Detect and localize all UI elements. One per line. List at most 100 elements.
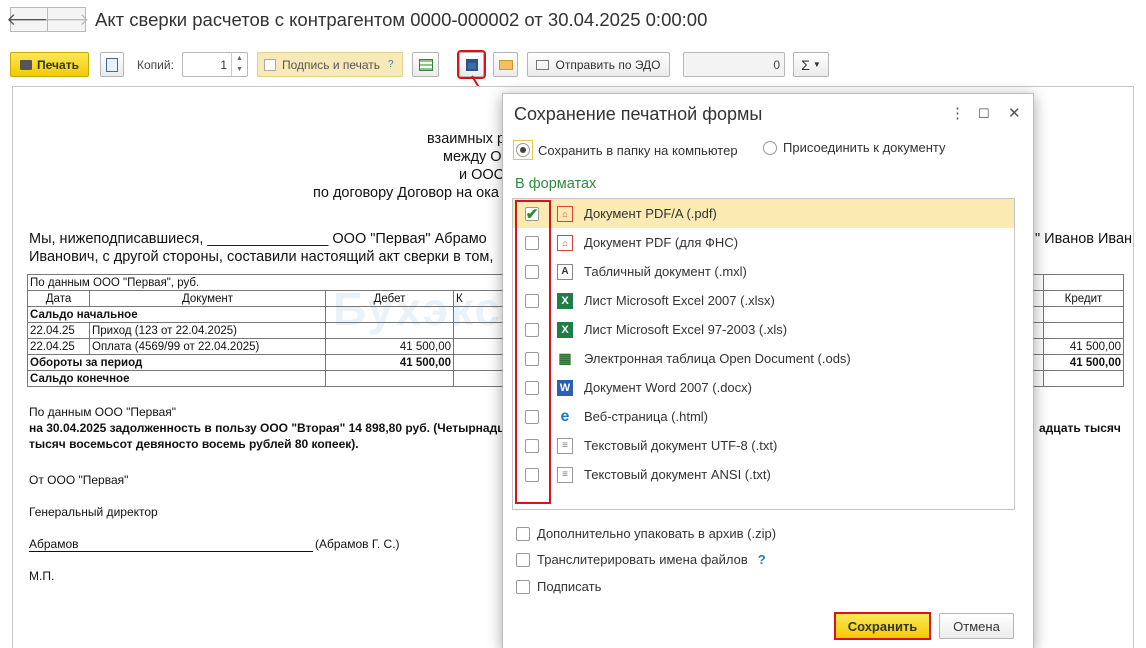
cell-document: Оплата (4569/99 от 22.04.2025) bbox=[89, 338, 326, 355]
transliterate-option-label: Транслитерировать имена файлов bbox=[537, 552, 748, 567]
checkbox-icon[interactable] bbox=[516, 579, 530, 594]
save-print-form-dialog: Сохранение печатной формы ⋮ ☐ ✕ Сохранит… bbox=[502, 93, 1034, 648]
cell-debit: 41 500,00 bbox=[325, 338, 454, 355]
formats-section-title: В форматах bbox=[515, 176, 597, 192]
envelope-icon bbox=[498, 59, 513, 70]
zip-option-label: Дополнительно упаковать в архив (.zip) bbox=[537, 526, 777, 541]
row-turnover: Обороты за период bbox=[27, 354, 326, 371]
chevron-down-icon: ▼ bbox=[812, 60, 821, 69]
preview-button[interactable] bbox=[100, 52, 124, 77]
doc-heading-1: взаимных р bbox=[427, 131, 506, 147]
attach-to-document-label: Присоединить к документу bbox=[783, 140, 946, 155]
summary-debt-right: адцать тысяч bbox=[1039, 421, 1121, 435]
checkbox-icon[interactable] bbox=[516, 526, 530, 541]
cancel-button[interactable]: Отмена bbox=[939, 613, 1014, 639]
send-edo-label: Отправить по ЭДО bbox=[555, 57, 661, 72]
send-edo-button[interactable]: Отправить по ЭДО bbox=[527, 52, 670, 77]
copies-label: Копий: bbox=[137, 57, 174, 72]
header-credit: Кредит bbox=[1043, 290, 1124, 307]
sum-button[interactable]: Σ ▼ bbox=[793, 52, 829, 77]
back-button[interactable]: 🡐 bbox=[6, 7, 52, 32]
help-icon[interactable]: ? bbox=[388, 59, 394, 70]
radio-empty-icon bbox=[763, 140, 777, 155]
cell-document: Приход (123 от 22.04.2025) bbox=[89, 322, 326, 339]
edo-icon bbox=[536, 59, 550, 70]
radio-selected-icon bbox=[516, 143, 530, 157]
doc-heading-3: и ООС bbox=[459, 167, 505, 183]
format-row[interactable]: ▦ Электронная таблица Open Document (.ods… bbox=[513, 344, 1014, 373]
header-date: Дата bbox=[27, 290, 90, 307]
save-to-computer-radio[interactable]: Сохранить в папку на компьютер bbox=[513, 140, 738, 160]
more-icon[interactable]: ⋮ bbox=[950, 104, 965, 122]
dialog-title: Сохранение печатной формы bbox=[514, 104, 763, 124]
format-row[interactable]: ≡ Текстовый документ ANSI (.txt) bbox=[513, 460, 1014, 489]
txt-icon: ≡ bbox=[557, 466, 573, 483]
excel-icon: X bbox=[557, 292, 573, 309]
nav-buttons: 🡐 🡒 bbox=[6, 7, 89, 32]
edit-button[interactable] bbox=[412, 52, 439, 77]
edit-icon bbox=[418, 58, 433, 71]
format-row[interactable]: X Лист Microsoft Excel 2007 (.xlsx) bbox=[513, 286, 1014, 315]
stamp-place: М.П. bbox=[29, 569, 55, 583]
sign-option[interactable]: Подписать bbox=[516, 579, 601, 594]
doc-paragraph-1: Мы, нижеподписавшиеся, _______________ О… bbox=[29, 231, 487, 247]
excel-icon: X bbox=[557, 321, 573, 338]
radio-focus-frame bbox=[513, 140, 533, 160]
pdf-icon: ⌂ bbox=[557, 234, 573, 251]
row-opening-balance: Сальдо начальное bbox=[27, 306, 326, 323]
print-button[interactable]: Печать bbox=[10, 52, 89, 77]
counter-field: 0 bbox=[683, 52, 785, 77]
print-label: Печать bbox=[37, 57, 79, 72]
pdf-icon: ⌂ bbox=[557, 205, 573, 222]
signature-name: Абрамов bbox=[29, 537, 313, 552]
format-label: Документ Word 2007 (.docx) bbox=[584, 380, 752, 395]
attach-to-document-radio[interactable]: Присоединить к документу bbox=[763, 140, 946, 155]
format-row[interactable]: W Документ Word 2007 (.docx) bbox=[513, 373, 1014, 402]
txt-icon: ≡ bbox=[557, 437, 573, 454]
save-button[interactable]: Сохранить bbox=[834, 612, 931, 640]
format-row[interactable]: ✔ ⌂ Документ PDF/A (.pdf) bbox=[513, 199, 1014, 228]
sign-print-checkbox[interactable]: Подпись и печать ? bbox=[257, 52, 403, 77]
printer-icon bbox=[20, 59, 33, 70]
cell-date: 22.04.25 bbox=[27, 322, 90, 339]
doc-heading-4: по договору Договор на ока bbox=[313, 185, 499, 201]
toolbar: Печать Копий: 1 ▲ ▼ Подпись и печать ? От… bbox=[0, 50, 1146, 79]
checkbox-column-highlight bbox=[515, 200, 551, 504]
turnover-credit: 41 500,00 bbox=[1043, 354, 1124, 371]
format-row[interactable]: ⌂ Документ PDF (для ФНС) bbox=[513, 228, 1014, 257]
stepper-icon[interactable]: ▲ ▼ bbox=[231, 53, 247, 76]
cell-date: 22.04.25 bbox=[27, 338, 90, 355]
doc-paragraph-2: Иванович, с другой стороны, составили на… bbox=[29, 249, 494, 265]
position-title: Генеральный директор bbox=[29, 505, 158, 519]
page-title: Акт сверки расчетов с контрагентом 0000-… bbox=[95, 9, 708, 30]
header-debit: Дебет bbox=[325, 290, 454, 307]
format-label: Текстовый документ ANSI (.txt) bbox=[584, 467, 771, 482]
signature-full-name: (Абрамов Г. С.) bbox=[315, 537, 400, 551]
format-row[interactable]: A Табличный документ (.mxl) bbox=[513, 257, 1014, 286]
help-icon[interactable]: ? bbox=[758, 552, 766, 567]
header-k: К bbox=[453, 290, 504, 307]
format-label: Лист Microsoft Excel 97-2003 (.xls) bbox=[584, 322, 788, 337]
word-icon: W bbox=[557, 379, 573, 396]
zip-option[interactable]: Дополнительно упаковать в архив (.zip) bbox=[516, 526, 776, 541]
format-row[interactable]: X Лист Microsoft Excel 97-2003 (.xls) bbox=[513, 315, 1014, 344]
summary-words: тысяч восемьсот девяносто восемь рублей … bbox=[29, 437, 359, 451]
checkbox-icon bbox=[264, 58, 276, 71]
transliterate-option[interactable]: Транслитерировать имена файлов ? bbox=[516, 552, 766, 567]
turnover-debit: 41 500,00 bbox=[325, 354, 454, 371]
counter-value: 0 bbox=[773, 57, 780, 72]
format-row[interactable]: ≡ Текстовый документ UTF-8 (.txt) bbox=[513, 431, 1014, 460]
mxl-icon: A bbox=[557, 263, 573, 280]
format-label: Веб-страница (.html) bbox=[584, 409, 709, 424]
copies-input[interactable]: 1 ▲ ▼ bbox=[182, 52, 248, 77]
floppy-icon bbox=[465, 58, 478, 71]
format-row[interactable]: e Веб-страница (.html) bbox=[513, 402, 1014, 431]
maximize-icon[interactable]: ☐ bbox=[978, 106, 990, 122]
forward-button[interactable]: 🡒 bbox=[44, 7, 89, 32]
ods-icon: ▦ bbox=[558, 350, 572, 366]
format-label: Документ PDF (для ФНС) bbox=[584, 235, 739, 250]
close-icon[interactable]: ✕ bbox=[1008, 104, 1021, 122]
copies-value: 1 bbox=[220, 57, 227, 72]
checkbox-icon[interactable] bbox=[516, 552, 530, 567]
format-label: Электронная таблица Open Document (.ods) bbox=[584, 351, 851, 366]
